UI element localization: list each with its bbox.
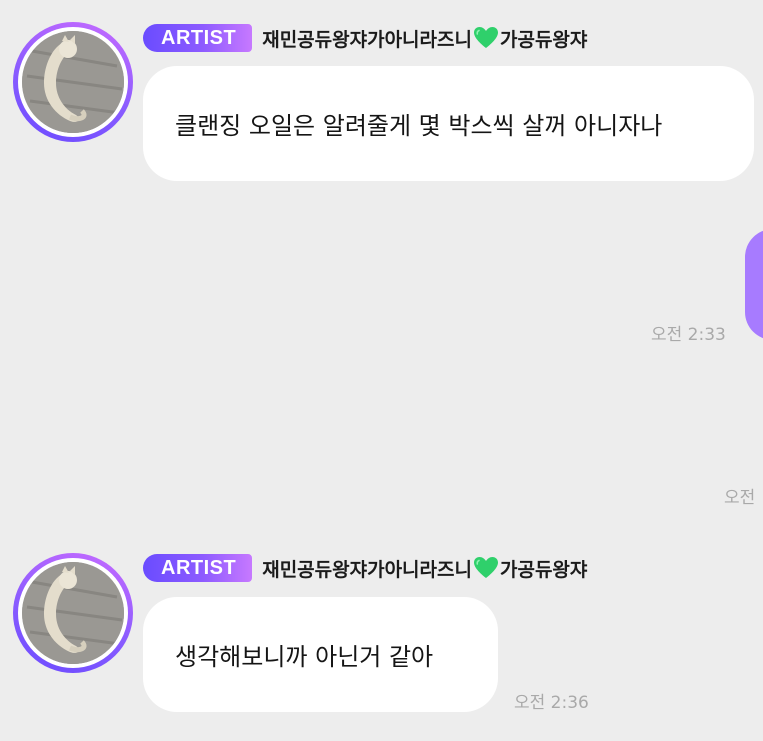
artist-badge: ARTIST xyxy=(143,554,253,582)
sender-name-part-2: 가공듀왕쟈 xyxy=(499,558,588,581)
green-heart-icon xyxy=(473,26,499,50)
sender-name-row: ARTIST 재민공듀왕쟈가아니라즈니 가공듀왕쟈 xyxy=(143,23,587,53)
sender-name-part-2: 가공듀왕쟈 xyxy=(499,28,588,51)
sender-name-part-1: 재민공듀왕쟈가아니라즈니 xyxy=(262,558,472,581)
sender-avatar[interactable] xyxy=(13,22,133,142)
chat-screen: ARTIST 재민공듀왕쟈가아니라즈니 가공듀왕쟈 클랜징 오일은 알려줄게 몇… xyxy=(0,0,763,741)
message-text: 클랜징 오일은 알려줄게 몇 박스씩 살꺼 아니자나 xyxy=(175,112,663,140)
my-message-bubble[interactable] xyxy=(745,229,763,340)
message-timestamp: 오전 xyxy=(724,488,756,508)
sender-name[interactable]: 재민공듀왕쟈가아니라즈니 가공듀왕쟈 xyxy=(262,555,587,582)
artist-badge: ARTIST xyxy=(143,24,253,52)
cat-photo-icon xyxy=(22,562,124,664)
avatar-ring xyxy=(18,27,128,137)
message-bubble[interactable]: 생각해보니까 아닌거 같아 xyxy=(143,597,498,712)
message-bubble[interactable]: 클랜징 오일은 알려줄게 몇 박스씩 살꺼 아니자나 xyxy=(143,66,754,181)
sender-name-part-1: 재민공듀왕쟈가아니라즈니 xyxy=(262,28,472,51)
message-timestamp: 오전 2:36 xyxy=(514,693,589,713)
sender-avatar[interactable] xyxy=(13,553,133,673)
sender-name[interactable]: 재민공듀왕쟈가아니라즈니 가공듀왕쟈 xyxy=(262,25,587,52)
sender-name-row: ARTIST 재민공듀왕쟈가아니라즈니 가공듀왕쟈 xyxy=(143,553,587,583)
avatar-ring xyxy=(18,558,128,668)
green-heart-icon xyxy=(473,556,499,580)
cat-photo-icon xyxy=(22,31,124,133)
message-timestamp: 오전 2:33 xyxy=(651,325,726,345)
message-text: 생각해보니까 아닌거 같아 xyxy=(175,643,434,671)
